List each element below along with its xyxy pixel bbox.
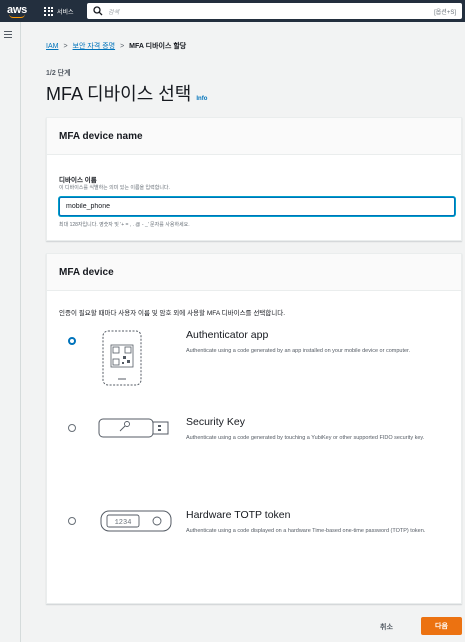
mfa-device-intro: 인증이 필요할 때마다 사용자 이름 및 암호 외에 사용할 MFA 디바이스를…: [59, 310, 286, 317]
breadcrumb-current-page: MFA 디바이스 할당: [129, 43, 187, 50]
top-navigation-bar: aws 서비스 검색 [옵션+S]: [0, 0, 465, 22]
option-security-key[interactable]: Security Key Authenticate using a code g…: [47, 414, 463, 484]
device-name-constraint: 최대 128자입니다. 영숫자 및 '+ = , . @ - _' 문자를 사용…: [59, 222, 190, 228]
breadcrumb-security-credentials[interactable]: 보안 자격 증명: [73, 41, 116, 51]
cancel-button[interactable]: 취소: [380, 622, 393, 632]
authenticator-app-title: Authenticator app: [186, 329, 269, 341]
step-indicator: 1/2 단계: [46, 70, 71, 77]
page-title: MFA 디바이스 선택: [46, 84, 192, 104]
search-shortcut-hint: [옵션+S]: [434, 9, 456, 16]
security-key-description: Authenticate using a code generated by t…: [186, 435, 425, 441]
phone-qr-icon: [102, 330, 142, 386]
device-name-input[interactable]: [59, 197, 455, 216]
page-title-row: MFA 디바이스 선택 Info: [46, 80, 207, 106]
grid-icon: [44, 6, 53, 16]
breadcrumb-iam[interactable]: IAM: [46, 43, 58, 50]
hardware-totp-title: Hardware TOTP token: [186, 509, 291, 521]
menu-icon[interactable]: [4, 31, 12, 38]
search-icon: [93, 6, 103, 16]
breadcrumb-separator-icon: >: [120, 42, 125, 50]
security-key-title: Security Key: [186, 416, 245, 428]
option-hardware-totp-token[interactable]: 1234 Hardware TOTP token Authenticate us…: [47, 507, 463, 577]
totp-token-display: 1234: [115, 519, 132, 527]
hardware-totp-description: Authenticate using a code displayed on a…: [186, 528, 426, 534]
search-input[interactable]: 검색 [옵션+S]: [87, 3, 462, 19]
services-menu-button[interactable]: 서비스: [44, 6, 74, 16]
breadcrumb: IAM > 보안 자격 증명 > MFA 디바이스 할당: [46, 41, 186, 51]
side-rail-divider: [20, 22, 21, 642]
aws-logo[interactable]: aws: [2, 0, 32, 22]
security-key-icon: [98, 418, 169, 438]
mfa-device-panel: MFA device 인증이 필요할 때마다 사용자 이름 및 암호 외에 사용…: [46, 253, 462, 604]
radio-security-key[interactable]: [68, 424, 76, 432]
mfa-device-name-panel: MFA device name 디바이스 이름 이 디바이스를 식별하는 의미 …: [46, 117, 462, 241]
services-label: 서비스: [57, 9, 74, 16]
info-link[interactable]: Info: [196, 96, 207, 102]
radio-authenticator-app[interactable]: [68, 337, 76, 345]
device-name-label: 디바이스 이름: [59, 177, 97, 184]
mfa-device-name-header: MFA device name: [47, 118, 461, 155]
radio-hardware-totp-token[interactable]: [68, 517, 76, 525]
aws-smile-icon: [9, 14, 25, 18]
device-name-description: 이 디바이스를 식별하는 의미 있는 이름을 입력합니다.: [59, 185, 170, 191]
authenticator-app-description: Authenticate using a code generated by a…: [186, 348, 411, 354]
totp-token-icon: 1234: [100, 510, 172, 532]
search-placeholder: 검색: [108, 9, 120, 16]
next-button[interactable]: 다음: [421, 617, 462, 635]
mfa-device-header: MFA device: [47, 254, 461, 291]
breadcrumb-separator-icon: >: [63, 42, 68, 50]
option-authenticator-app[interactable]: Authenticator app Authenticate using a c…: [47, 327, 463, 397]
